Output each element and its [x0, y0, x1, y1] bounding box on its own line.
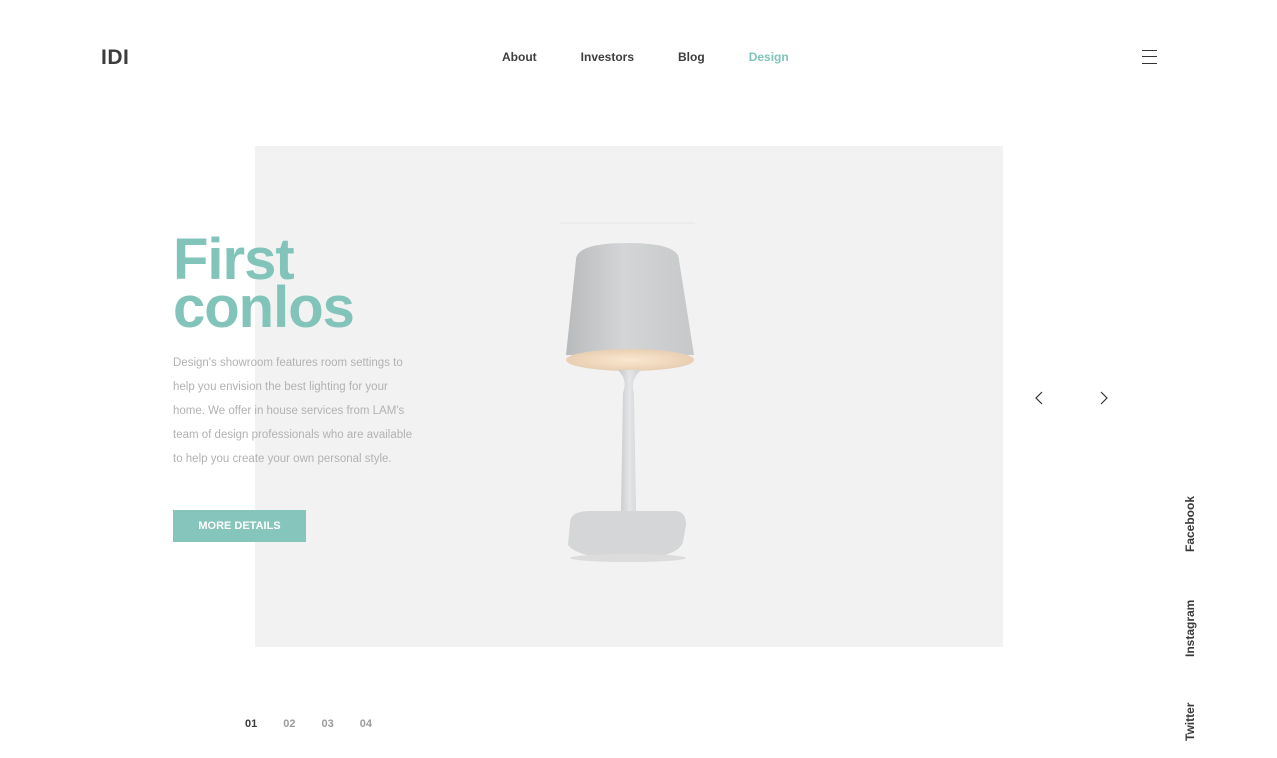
page-04[interactable]: 04 [360, 718, 372, 730]
nav-about[interactable]: About [502, 50, 537, 64]
chevron-right-icon[interactable] [1094, 389, 1112, 407]
hero-title: First conlos [173, 231, 355, 340]
social-link-instagram[interactable]: Instagram [1183, 600, 1197, 657]
hero-description: Design's showroom features room settings… [173, 357, 413, 465]
main-nav: About Investors Blog Design [502, 50, 833, 64]
more-details-button[interactable]: MORE DETAILS [173, 510, 306, 542]
social-link-twitter[interactable]: Twitter [1183, 703, 1197, 741]
nav-design[interactable]: Design [749, 50, 789, 64]
nav-investors[interactable]: Investors [581, 50, 634, 64]
lamp-product-image [560, 222, 695, 562]
social-link-facebook[interactable]: Facebook [1183, 496, 1197, 552]
page-03[interactable]: 03 [322, 718, 334, 730]
page-02[interactable]: 02 [283, 718, 295, 730]
slide-pagination: 01 02 03 04 [245, 718, 398, 730]
hero-title-line-2: conlos [173, 275, 355, 340]
chevron-left-icon[interactable] [1031, 389, 1049, 407]
page-01[interactable]: 01 [245, 718, 257, 730]
hamburger-menu-icon[interactable] [1142, 49, 1158, 65]
logo[interactable]: IDI [101, 46, 129, 70]
nav-blog[interactable]: Blog [678, 50, 705, 64]
